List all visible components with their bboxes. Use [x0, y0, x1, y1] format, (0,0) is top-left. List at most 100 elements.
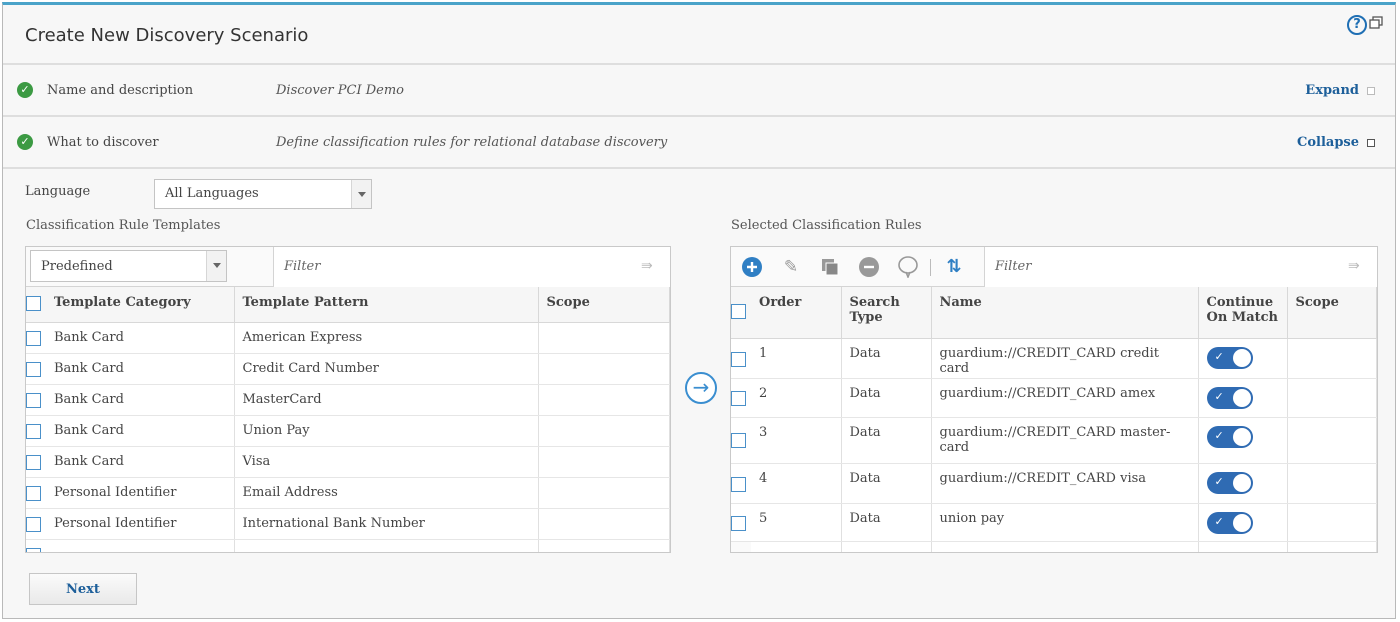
rule-order: 1: [751, 338, 842, 379]
remove-icon[interactable]: [858, 256, 880, 278]
rule-order: 2: [751, 378, 842, 418]
select-all-checkbox[interactable]: [731, 304, 746, 319]
continue-on-match-toggle[interactable]: ✓: [1206, 511, 1253, 534]
row-checkbox[interactable]: [731, 390, 746, 406]
collapse-icon[interactable]: [1367, 139, 1375, 147]
rule-search-type: Data: [841, 338, 932, 379]
rule-name: guardium://CREDIT_CARD master-card: [931, 417, 1199, 464]
row-checkbox[interactable]: [26, 361, 41, 377]
table-row[interactable]: Bank Card MasterCard: [26, 384, 670, 416]
rule-name: guardium://CREDIT_CARD credit card: [931, 338, 1199, 379]
column-header[interactable]: Order: [751, 287, 842, 339]
expand-link[interactable]: Expand: [1305, 83, 1359, 98]
table-row[interactable]: 3 Data guardium://CREDIT_CARD master-car…: [731, 417, 1377, 464]
step-description: Define classification rules for relation…: [276, 135, 668, 150]
language-label: Language: [25, 184, 91, 199]
column-header[interactable]: Scope: [538, 287, 670, 323]
select-all-checkbox[interactable]: [26, 296, 41, 311]
continue-on-match-toggle[interactable]: ✓: [1206, 346, 1253, 369]
table-row[interactable]: 2 Data guardium://CREDIT_CARD amex ✓: [731, 378, 1377, 418]
row-checkbox[interactable]: [731, 351, 746, 367]
step-label: What to discover: [47, 135, 159, 150]
rule-name: guardium://CREDIT_CARD visa: [931, 463, 1199, 504]
row-checkbox[interactable]: [26, 330, 41, 346]
template-category: Bank Card: [46, 322, 235, 354]
column-header[interactable]: Scope: [1287, 287, 1377, 339]
row-checkbox[interactable]: [26, 516, 41, 532]
template-pattern: Credit Card Number: [234, 353, 539, 385]
column-header[interactable]: Template Category: [46, 287, 235, 323]
table-row[interactable]: Personal Identifier Email Address: [26, 477, 670, 509]
row-checkbox[interactable]: [26, 454, 41, 470]
reorder-icon[interactable]: ⇅: [943, 256, 965, 278]
column-header[interactable]: Continue On Match: [1198, 287, 1288, 339]
chevron-down-icon[interactable]: [206, 251, 226, 281]
help-circle-icon[interactable]: ?: [1347, 15, 1367, 35]
template-source-value: Predefined: [41, 259, 113, 274]
column-header[interactable]: Name: [931, 287, 1199, 339]
copy-icon[interactable]: [819, 256, 841, 278]
row-checkbox[interactable]: [731, 432, 746, 448]
check-circle-icon: ✓: [17, 134, 33, 150]
comment-icon[interactable]: [897, 256, 919, 280]
row-checkbox[interactable]: [26, 392, 41, 408]
template-category: Bank Card: [46, 446, 235, 478]
language-select[interactable]: All Languages: [154, 179, 372, 209]
template-source-select[interactable]: Predefined: [30, 250, 227, 282]
check-circle-icon: ✓: [17, 82, 33, 98]
step-label: Name and description: [47, 83, 194, 98]
table-row[interactable]: Bank Card Credit Card Number: [26, 353, 670, 385]
chevron-down-icon[interactable]: [351, 180, 371, 208]
table-row[interactable]: 1 Data guardium://CREDIT_CARD credit car…: [731, 338, 1377, 379]
table-row[interactable]: Personal Identifier International Bank N…: [26, 508, 670, 540]
rule-order: 4: [751, 463, 842, 504]
filter-options-icon[interactable]: ⇛: [641, 258, 659, 274]
templates-filter-input[interactable]: Filter: [284, 259, 320, 274]
column-header[interactable]: Template Pattern: [234, 287, 539, 323]
add-icon[interactable]: [741, 256, 763, 278]
rule-order: 5: [751, 503, 842, 542]
continue-on-match-toggle[interactable]: ✓: [1206, 471, 1253, 494]
filter-options-icon[interactable]: ⇛: [1348, 258, 1366, 274]
selected-rules-filter[interactable]: Filter ⇛: [984, 247, 1377, 287]
toolbar-divider: [930, 259, 931, 276]
column-header[interactable]: Search Type: [841, 287, 932, 339]
table-row[interactable]: 5 Data union pay ✓: [731, 503, 1377, 542]
template-pattern: International Bank Number: [234, 508, 539, 540]
selected-rules-section-label: Selected Classification Rules: [731, 218, 922, 233]
template-scope: [538, 477, 670, 509]
templates-table: Template Category Template Pattern Scope…: [26, 287, 670, 552]
template-category: Personal Identifier: [46, 508, 235, 540]
selected-rules-filter-input[interactable]: Filter: [995, 259, 1031, 274]
continue-on-match-toggle[interactable]: ✓: [1206, 386, 1253, 409]
language-select-value: All Languages: [165, 186, 259, 201]
expand-icon[interactable]: [1367, 87, 1375, 95]
table-row[interactable]: Bank Card Union Pay: [26, 415, 670, 447]
table-row[interactable]: Bank Card Visa: [26, 446, 670, 478]
column-header-line: Continue: [1206, 295, 1274, 310]
table-row[interactable]: 4 Data guardium://CREDIT_CARD visa ✓: [731, 463, 1377, 504]
row-checkbox[interactable]: [731, 515, 746, 531]
rule-scope: [1287, 338, 1377, 379]
collapse-link[interactable]: Collapse: [1297, 135, 1359, 150]
table-row[interactable]: [26, 539, 670, 552]
edit-icon[interactable]: ✎: [780, 256, 802, 278]
row-checkbox[interactable]: [26, 547, 41, 552]
window-restore-icon[interactable]: [1369, 16, 1383, 30]
row-checkbox[interactable]: [26, 485, 41, 501]
templates-filter[interactable]: Filter ⇛: [273, 247, 670, 287]
template-pattern: Email Address: [234, 477, 539, 509]
column-header-line: Type: [849, 310, 883, 325]
row-checkbox[interactable]: [26, 423, 41, 439]
add-to-selected-arrow-icon[interactable]: →: [685, 372, 717, 404]
template-pattern: Union Pay: [234, 415, 539, 447]
continue-on-match-toggle[interactable]: ✓: [1206, 425, 1253, 448]
row-checkbox[interactable]: [731, 476, 746, 492]
next-button[interactable]: Next: [29, 573, 137, 605]
templates-toolbar: Predefined Filter ⇛: [26, 247, 670, 287]
template-scope: [538, 322, 670, 354]
column-header-line: Search: [849, 295, 900, 310]
step-name-and-description: ✓ Name and description Discover PCI Demo…: [3, 65, 1395, 117]
template-category: Bank Card: [46, 353, 235, 385]
table-row[interactable]: Bank Card American Express: [26, 322, 670, 354]
